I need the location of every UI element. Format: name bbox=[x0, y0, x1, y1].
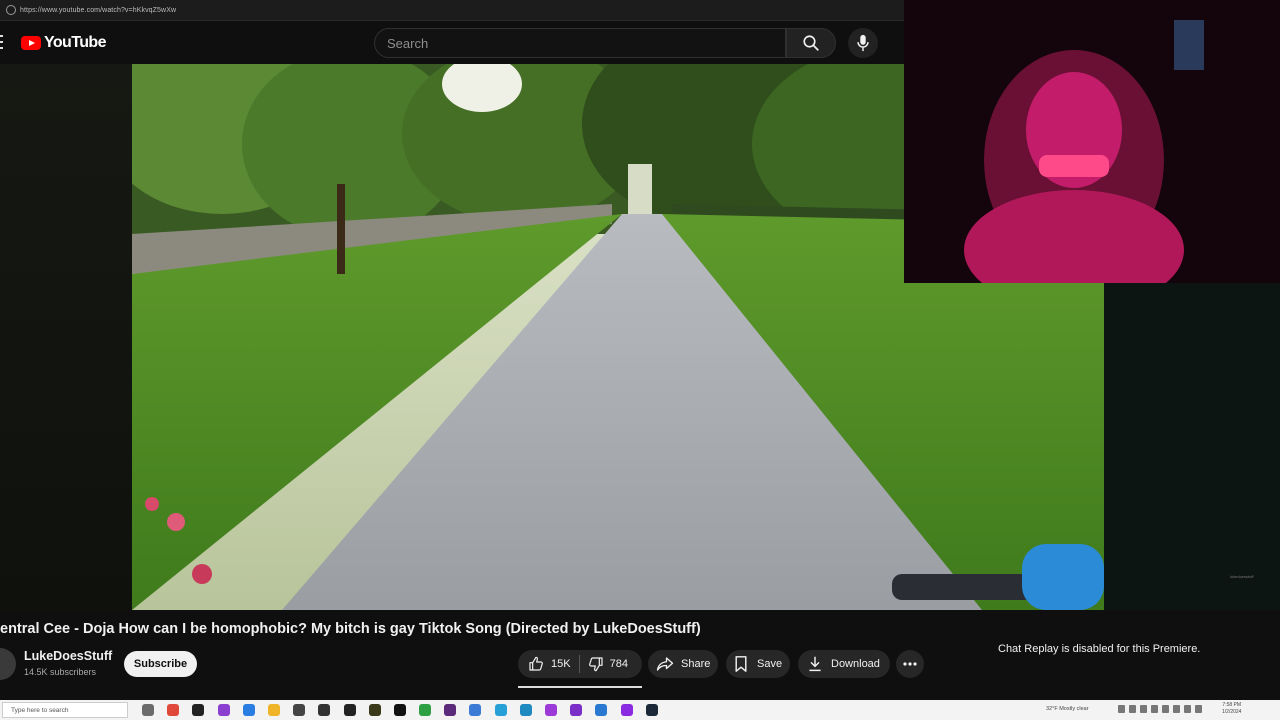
file-explorer-icon[interactable] bbox=[267, 704, 280, 716]
tray-app-icon[interactable] bbox=[1151, 705, 1158, 713]
youtube-logo[interactable]: YouTube bbox=[21, 34, 106, 52]
app-icon[interactable] bbox=[242, 704, 255, 716]
app-icon[interactable] bbox=[419, 704, 432, 716]
clock-time: 7:58 PM bbox=[1222, 702, 1242, 708]
thumbs-up-icon bbox=[529, 656, 543, 671]
more-actions-button[interactable] bbox=[896, 650, 924, 678]
taskbar-apps bbox=[142, 704, 671, 716]
logo-text: YouTube bbox=[44, 34, 106, 51]
app-icon[interactable] bbox=[293, 704, 306, 716]
app-icon[interactable] bbox=[545, 704, 557, 716]
taskbar-clock[interactable]: 7:58 PM 1/2/2024 bbox=[1222, 702, 1241, 716]
subscribe-button[interactable]: Subscribe bbox=[124, 651, 197, 677]
volume-icon[interactable] bbox=[1173, 705, 1180, 713]
app-icon[interactable] bbox=[444, 704, 457, 716]
edge-icon[interactable] bbox=[519, 704, 532, 716]
task-view-icon[interactable] bbox=[142, 704, 154, 716]
tray-app-icon[interactable] bbox=[1184, 705, 1191, 713]
search-icon bbox=[803, 35, 819, 51]
menu-icon[interactable] bbox=[0, 35, 4, 51]
download-icon bbox=[809, 656, 821, 672]
save-button[interactable]: Save bbox=[726, 650, 790, 678]
app-icon[interactable] bbox=[469, 704, 482, 716]
share-button[interactable]: Share bbox=[648, 650, 718, 678]
address-bar[interactable]: https://www.youtube.com/watch?v=hKkvqZ5w… bbox=[0, 0, 904, 21]
thumbs-down-icon bbox=[588, 657, 603, 672]
app-icon[interactable] bbox=[620, 704, 633, 716]
microphone-icon bbox=[857, 34, 869, 52]
tray-app-icon[interactable] bbox=[1129, 705, 1136, 713]
address-url[interactable]: https://www.youtube.com/watch?v=hKkvqZ5w… bbox=[20, 7, 176, 14]
steam-icon[interactable] bbox=[645, 704, 658, 716]
bookmark-icon bbox=[735, 656, 747, 672]
app-icon[interactable] bbox=[343, 704, 356, 716]
lock-icon bbox=[6, 5, 16, 15]
app-icon[interactable] bbox=[494, 704, 507, 716]
tray-chevron-icon[interactable] bbox=[1118, 705, 1125, 713]
side-panel-area bbox=[1104, 283, 1280, 610]
dislike-button[interactable]: 784 bbox=[588, 650, 628, 678]
webcam-overlay bbox=[904, 0, 1280, 283]
clock-date: 1/2/2024 bbox=[1222, 709, 1242, 715]
voice-search-button[interactable] bbox=[848, 28, 878, 58]
tray-app-icon[interactable] bbox=[1140, 705, 1147, 713]
taskbar-search-placeholder: Type here to search bbox=[11, 706, 69, 714]
like-dislike-group: 15K 784 bbox=[518, 650, 642, 678]
share-icon bbox=[656, 657, 674, 671]
tray-app-icon[interactable] bbox=[1195, 705, 1202, 713]
video-corner-watermark: lukedoesstuff bbox=[1230, 574, 1254, 579]
app-icon[interactable] bbox=[318, 704, 331, 716]
streamer-webcam-image bbox=[904, 0, 1280, 283]
app-icon[interactable] bbox=[570, 704, 583, 716]
app-icon[interactable] bbox=[595, 704, 608, 716]
dislike-count: 784 bbox=[609, 658, 628, 670]
youtube-header: YouTube Search bbox=[0, 21, 904, 64]
chat-replay-notice: Chat Replay is disabled for this Premier… bbox=[998, 643, 1201, 655]
search-placeholder: Search bbox=[387, 36, 429, 51]
app-icon[interactable] bbox=[192, 704, 205, 716]
like-button[interactable]: 15K bbox=[518, 650, 571, 678]
download-button[interactable]: Download bbox=[798, 650, 890, 678]
app-icon[interactable] bbox=[393, 704, 406, 716]
taskbar-search[interactable]: Type here to search bbox=[2, 702, 128, 718]
subscriber-count: 14.5K subscribers bbox=[24, 667, 97, 677]
network-icon[interactable] bbox=[1162, 705, 1169, 713]
like-divider bbox=[578, 655, 580, 673]
app-icon[interactable] bbox=[368, 704, 381, 716]
system-tray bbox=[1118, 705, 1206, 713]
channel-avatar[interactable] bbox=[0, 648, 16, 680]
download-label: Download bbox=[831, 658, 880, 670]
search-input[interactable]: Search bbox=[374, 28, 786, 58]
video-title: entral Cee - Doja How can I be homophobi… bbox=[0, 621, 701, 637]
screen: https://www.youtube.com/watch?v=hKkvqZ5w… bbox=[0, 0, 1280, 720]
share-label: Share bbox=[681, 658, 711, 670]
like-count: 15K bbox=[551, 658, 571, 670]
windows-taskbar: Type here to search 32°F Mostly clear 7:… bbox=[0, 700, 1280, 720]
youtube-play-icon bbox=[21, 36, 41, 50]
channel-name[interactable]: LukeDoesStuff bbox=[24, 649, 112, 663]
weather-widget[interactable]: 32°F Mostly clear bbox=[1046, 706, 1089, 712]
search-button[interactable] bbox=[786, 28, 836, 58]
chrome-icon[interactable] bbox=[167, 704, 180, 716]
save-label: Save bbox=[757, 658, 783, 670]
like-ratio-bar bbox=[518, 686, 642, 688]
video-letterbox-left bbox=[0, 64, 132, 610]
more-horizontal-icon bbox=[903, 662, 917, 666]
app-icon[interactable] bbox=[217, 704, 230, 716]
